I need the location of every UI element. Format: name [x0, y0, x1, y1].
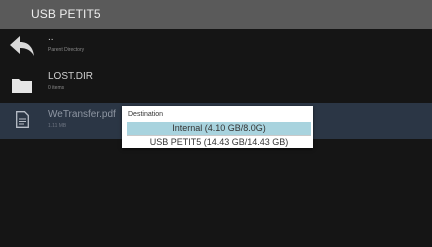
- file-name: WeTransfer.pdf: [48, 109, 116, 120]
- destination-option-internal[interactable]: Internal (4.10 GB/8.0G): [127, 122, 311, 135]
- title-bar: USB PETIT5: [0, 0, 432, 29]
- list-item-parent-directory[interactable]: .. Parent Directory: [0, 29, 432, 65]
- document-icon: [16, 111, 29, 133]
- back-arrow-icon: [9, 35, 37, 64]
- list-item-lost-dir[interactable]: LOST.DIR 0 items: [0, 65, 432, 101]
- file-name: LOST.DIR: [48, 71, 94, 82]
- file-name: ..: [48, 32, 54, 43]
- destination-option-usb[interactable]: USB PETIT5 (14.43 GB/14.43 GB): [127, 135, 311, 149]
- page-title: USB PETIT5: [31, 7, 101, 21]
- destination-dialog: Destination Internal (4.10 GB/8.0G) USB …: [122, 106, 313, 148]
- file-detail: Parent Directory: [48, 47, 85, 53]
- file-detail: 0 items: [48, 85, 65, 91]
- file-browser-screen: USB PETIT5 .. Parent Directory LOST.DIR …: [0, 0, 432, 247]
- file-detail: 1.11 MB: [48, 123, 67, 129]
- folder-icon: [12, 77, 32, 98]
- dialog-title: Destination: [128, 111, 164, 118]
